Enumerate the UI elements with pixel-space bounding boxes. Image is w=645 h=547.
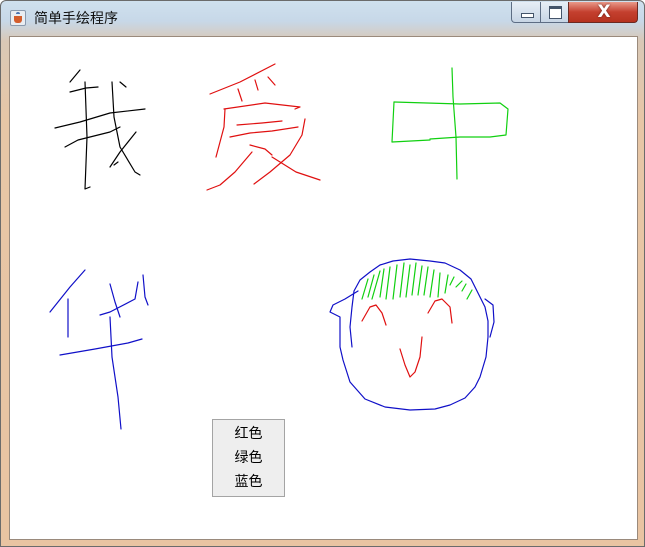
title-bar[interactable]: 简单手绘程序 X: [1, 1, 644, 35]
hand-drawn-char-ai: [206, 63, 321, 191]
drawing-canvas[interactable]: [10, 37, 637, 539]
java-cup-icon: [10, 10, 26, 26]
hand-drawn-smiley-face: [329, 258, 495, 411]
minimize-button[interactable]: [511, 2, 541, 23]
close-icon: X: [597, 2, 611, 22]
caption-buttons: X: [511, 2, 638, 23]
color-popup-menu: 红色 绿色 蓝色: [212, 419, 285, 497]
window-title: 简单手绘程序: [34, 11, 118, 27]
hand-drawn-char-zhong: [391, 67, 509, 180]
menu-item-blue[interactable]: 蓝色: [213, 470, 284, 494]
hand-drawn-char-hua: [49, 269, 149, 430]
close-button[interactable]: X: [568, 2, 638, 23]
app-window: 简单手绘程序 X 红色 绿色 蓝色: [0, 0, 645, 547]
menu-item-green[interactable]: 绿色: [213, 446, 284, 470]
maximize-icon: [549, 6, 562, 19]
maximize-button[interactable]: [540, 2, 569, 23]
menu-item-red[interactable]: 红色: [213, 422, 284, 446]
minimize-icon: [521, 13, 534, 18]
hand-drawn-char-wo: [54, 69, 146, 190]
drawing-panel[interactable]: 红色 绿色 蓝色: [9, 36, 638, 540]
